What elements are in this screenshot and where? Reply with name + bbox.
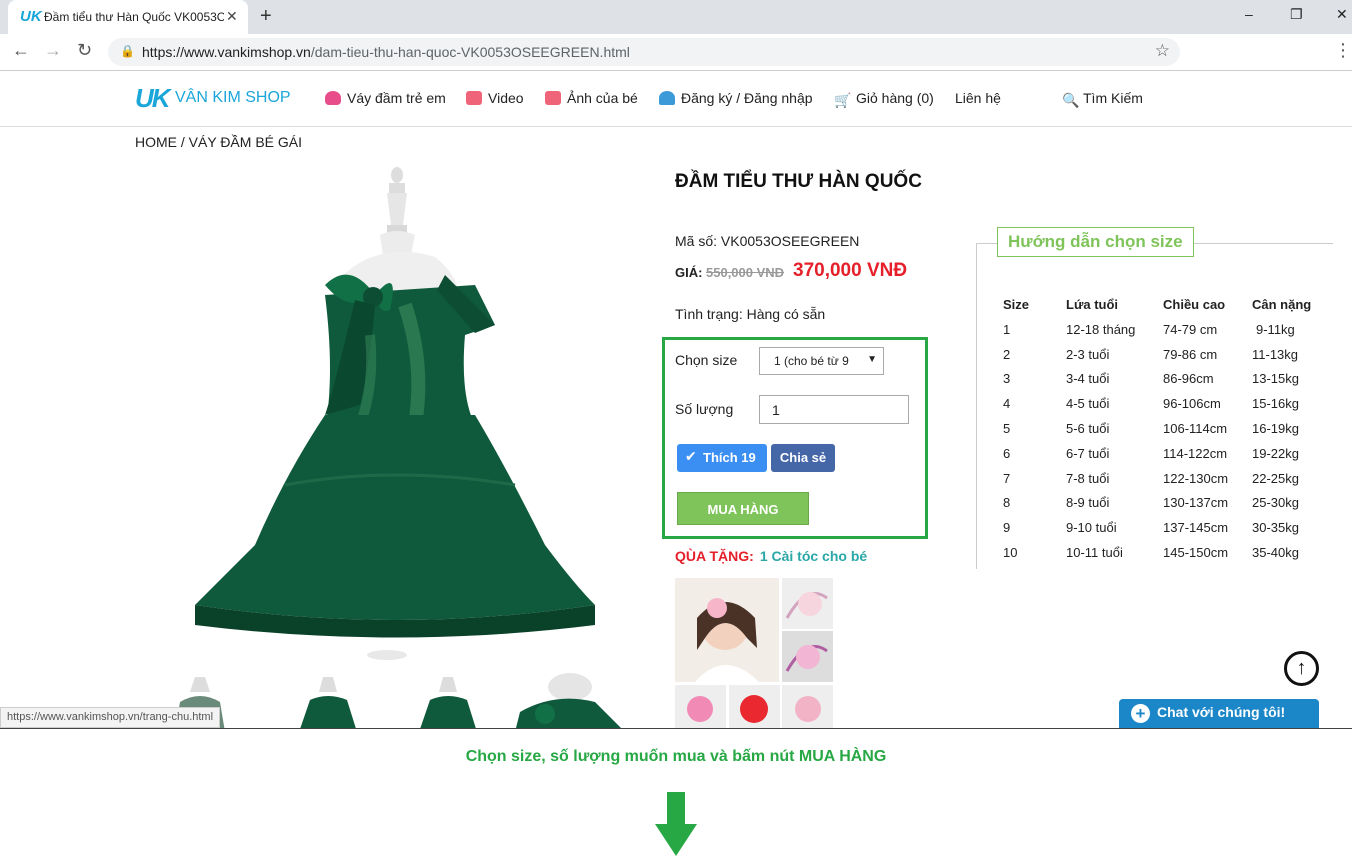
- logo-mark[interactable]: UK: [135, 83, 171, 114]
- window-close-icon[interactable]: ✕: [1336, 6, 1348, 23]
- menu-item-contact[interactable]: Liên hệ: [955, 90, 1001, 106]
- table-header: Cân nặng: [1252, 296, 1312, 312]
- table-row: 1 12-18 tháng 74-79 cm 9-11kg: [1003, 321, 1295, 337]
- dress-icon: [325, 91, 341, 105]
- size-guide-title: Hướng dẫn chọn size: [997, 227, 1194, 257]
- quantity-label: Số lượng: [675, 401, 734, 417]
- tab-title: Đầm tiểu thư Hàn Quốc VK0053OSEEGREEN: [44, 10, 224, 24]
- order-form-highlight: Chọn size 1 (cho bé từ 9 ▼ Số lượng 1 ✔ T…: [662, 337, 928, 539]
- forward-icon[interactable]: →: [44, 40, 62, 61]
- size-select[interactable]: 1 (cho bé từ 9 ▼: [759, 347, 884, 375]
- table-header: Size: [1003, 296, 1030, 312]
- new-tab-button[interactable]: +: [260, 5, 272, 28]
- menu-item-baby-photos[interactable]: Ảnh của bé: [545, 90, 638, 106]
- table-header: Lứa tuổi: [1066, 296, 1119, 312]
- gift-photo-2[interactable]: [782, 578, 833, 629]
- table-row: 9 9-10 tuổi 137-145cm 30-35kg: [1003, 520, 1299, 536]
- browser-menu-icon[interactable]: ⋮: [1334, 40, 1352, 61]
- site-favicon-icon: UK: [20, 8, 42, 25]
- divider: [0, 728, 1352, 729]
- product-code: Mã số: VK0053OSEEGREEN: [675, 233, 860, 249]
- table-row: 2 2-3 tuổi 79-86 cm 11-13kg: [1003, 346, 1299, 362]
- menu-item-account[interactable]: Đăng ký / Đăng nhập: [659, 90, 813, 106]
- minimize-icon[interactable]: –: [1245, 6, 1253, 22]
- size-guide-table: Size Lứa tuổi Chiều cao Cân nặng 1 12-18 …: [1003, 291, 1322, 565]
- browser-tab[interactable]: UK Đầm tiểu thư Hàn Quốc VK0053OSEEGREEN…: [8, 0, 248, 34]
- camera-icon: [545, 91, 561, 105]
- checkmark-icon: ✔: [685, 448, 697, 464]
- quantity-input[interactable]: 1: [759, 395, 909, 424]
- size-guide: Hướng dẫn chọn size Size Lứa tuổi Chiều …: [976, 227, 1333, 569]
- thumbnail-strip: [170, 672, 640, 728]
- gift-photo-6[interactable]: [782, 685, 833, 728]
- table-header: Chiều cao: [1163, 296, 1226, 312]
- price-label: GIÁ:: [675, 265, 703, 280]
- product-main-image[interactable]: [175, 165, 615, 665]
- table-row: 6 6-7 tuổi 114-122cm 19-22kg: [1003, 445, 1299, 461]
- facebook-like-button[interactable]: ✔ Thích 19: [677, 444, 767, 472]
- gift-text: 1 Cài tóc cho bé: [759, 548, 868, 564]
- thumbnail-2[interactable]: [285, 672, 375, 728]
- site-header: UK VÂN KIM SHOP Váy đầm trẻ em Video Ảnh…: [0, 71, 1352, 127]
- menu-item-video[interactable]: Video: [466, 90, 524, 106]
- thumbnail-3[interactable]: [410, 672, 500, 728]
- search-link[interactable]: 🔍 Tìm Kiếm: [1062, 90, 1143, 108]
- menu-item-dresses[interactable]: Váy đầm trẻ em: [325, 90, 446, 106]
- bookmark-star-icon[interactable]: ☆: [1155, 41, 1170, 61]
- scroll-to-top-icon[interactable]: ↑: [1284, 651, 1319, 686]
- size-label: Chọn size: [675, 352, 738, 368]
- sale-price: 370,000 VNĐ: [793, 260, 908, 281]
- gift-photo-girl[interactable]: [675, 578, 779, 682]
- user-icon: [659, 91, 675, 105]
- browser-tabstrip: UK Đầm tiểu thư Hàn Quốc VK0053OSEEGREEN…: [0, 0, 1352, 34]
- restore-icon[interactable]: ❐: [1290, 6, 1303, 23]
- table-row: 7 7-8 tuổi 122-130cm 22-25kg: [1003, 470, 1299, 486]
- breadcrumb[interactable]: HOME / VÁY ĐẦM BÉ GÁI: [135, 134, 302, 150]
- plus-icon: +: [1131, 704, 1150, 723]
- table-row: 10 10-11 tuổi 145-150cm 35-40kg: [1003, 545, 1299, 561]
- buy-button[interactable]: MUA HÀNG: [677, 492, 809, 525]
- table-row: 8 8-9 tuổi 130-137cm 25-30kg: [1003, 495, 1299, 511]
- table-row: 4 4-5 tuổi 96-106cm 15-16kg: [1003, 396, 1299, 412]
- old-price: 550,000 VNĐ: [706, 265, 785, 280]
- camera-icon: [466, 91, 482, 105]
- cart-icon: 🛒: [834, 92, 852, 108]
- address-bar[interactable]: 🔒 https://www.vankimshop.vn/dam-tieu-thu…: [108, 38, 1180, 66]
- table-row: 5 5-6 tuổi 106-114cm 16-19kg: [1003, 421, 1299, 437]
- reload-icon[interactable]: ↻: [77, 40, 92, 61]
- table-row: 3 3-4 tuổi 86-96cm 13-15kg: [1003, 371, 1299, 387]
- product-title: ĐẦM TIỂU THƯ HÀN QUỐC: [675, 171, 922, 192]
- menu-item-cart[interactable]: 🛒 Giỏ hàng (0): [834, 90, 934, 108]
- logo-text[interactable]: VÂN KIM SHOP: [175, 89, 291, 107]
- chevron-down-icon: ▼: [867, 354, 877, 365]
- gift-photo-5[interactable]: [729, 685, 780, 728]
- back-icon[interactable]: ←: [12, 40, 30, 61]
- chat-widget-button[interactable]: + Chat với chúng tôi!: [1119, 699, 1319, 728]
- down-arrow-icon: [655, 792, 697, 856]
- browser-toolbar: ← → ↻ 🔒 https://www.vankimshop.vn/dam-ti…: [0, 34, 1352, 71]
- instruction-text: Chọn size, số lượng muốn mua và bấm nút …: [465, 748, 887, 765]
- gift-photo-3[interactable]: [782, 631, 833, 682]
- gift-photo-4[interactable]: [675, 685, 726, 728]
- stock-status: Tình trạng: Hàng có sẵn: [675, 306, 826, 322]
- thumbnail-4[interactable]: [515, 672, 640, 728]
- gift-info: QÙA TẶNG: 1 Cài tóc cho bé: [675, 548, 867, 564]
- gift-label: QÙA TẶNG:: [675, 548, 754, 564]
- lock-icon: 🔒: [120, 44, 135, 58]
- search-icon: 🔍: [1062, 92, 1080, 108]
- facebook-share-button[interactable]: Chia sẻ: [771, 444, 835, 472]
- close-tab-icon[interactable]: ✕: [226, 8, 238, 25]
- url-text: https://www.vankimshop.vn/dam-tieu-thu-h…: [142, 44, 630, 60]
- status-bar-url: https://www.vankimshop.vn/trang-chu.html: [0, 707, 221, 728]
